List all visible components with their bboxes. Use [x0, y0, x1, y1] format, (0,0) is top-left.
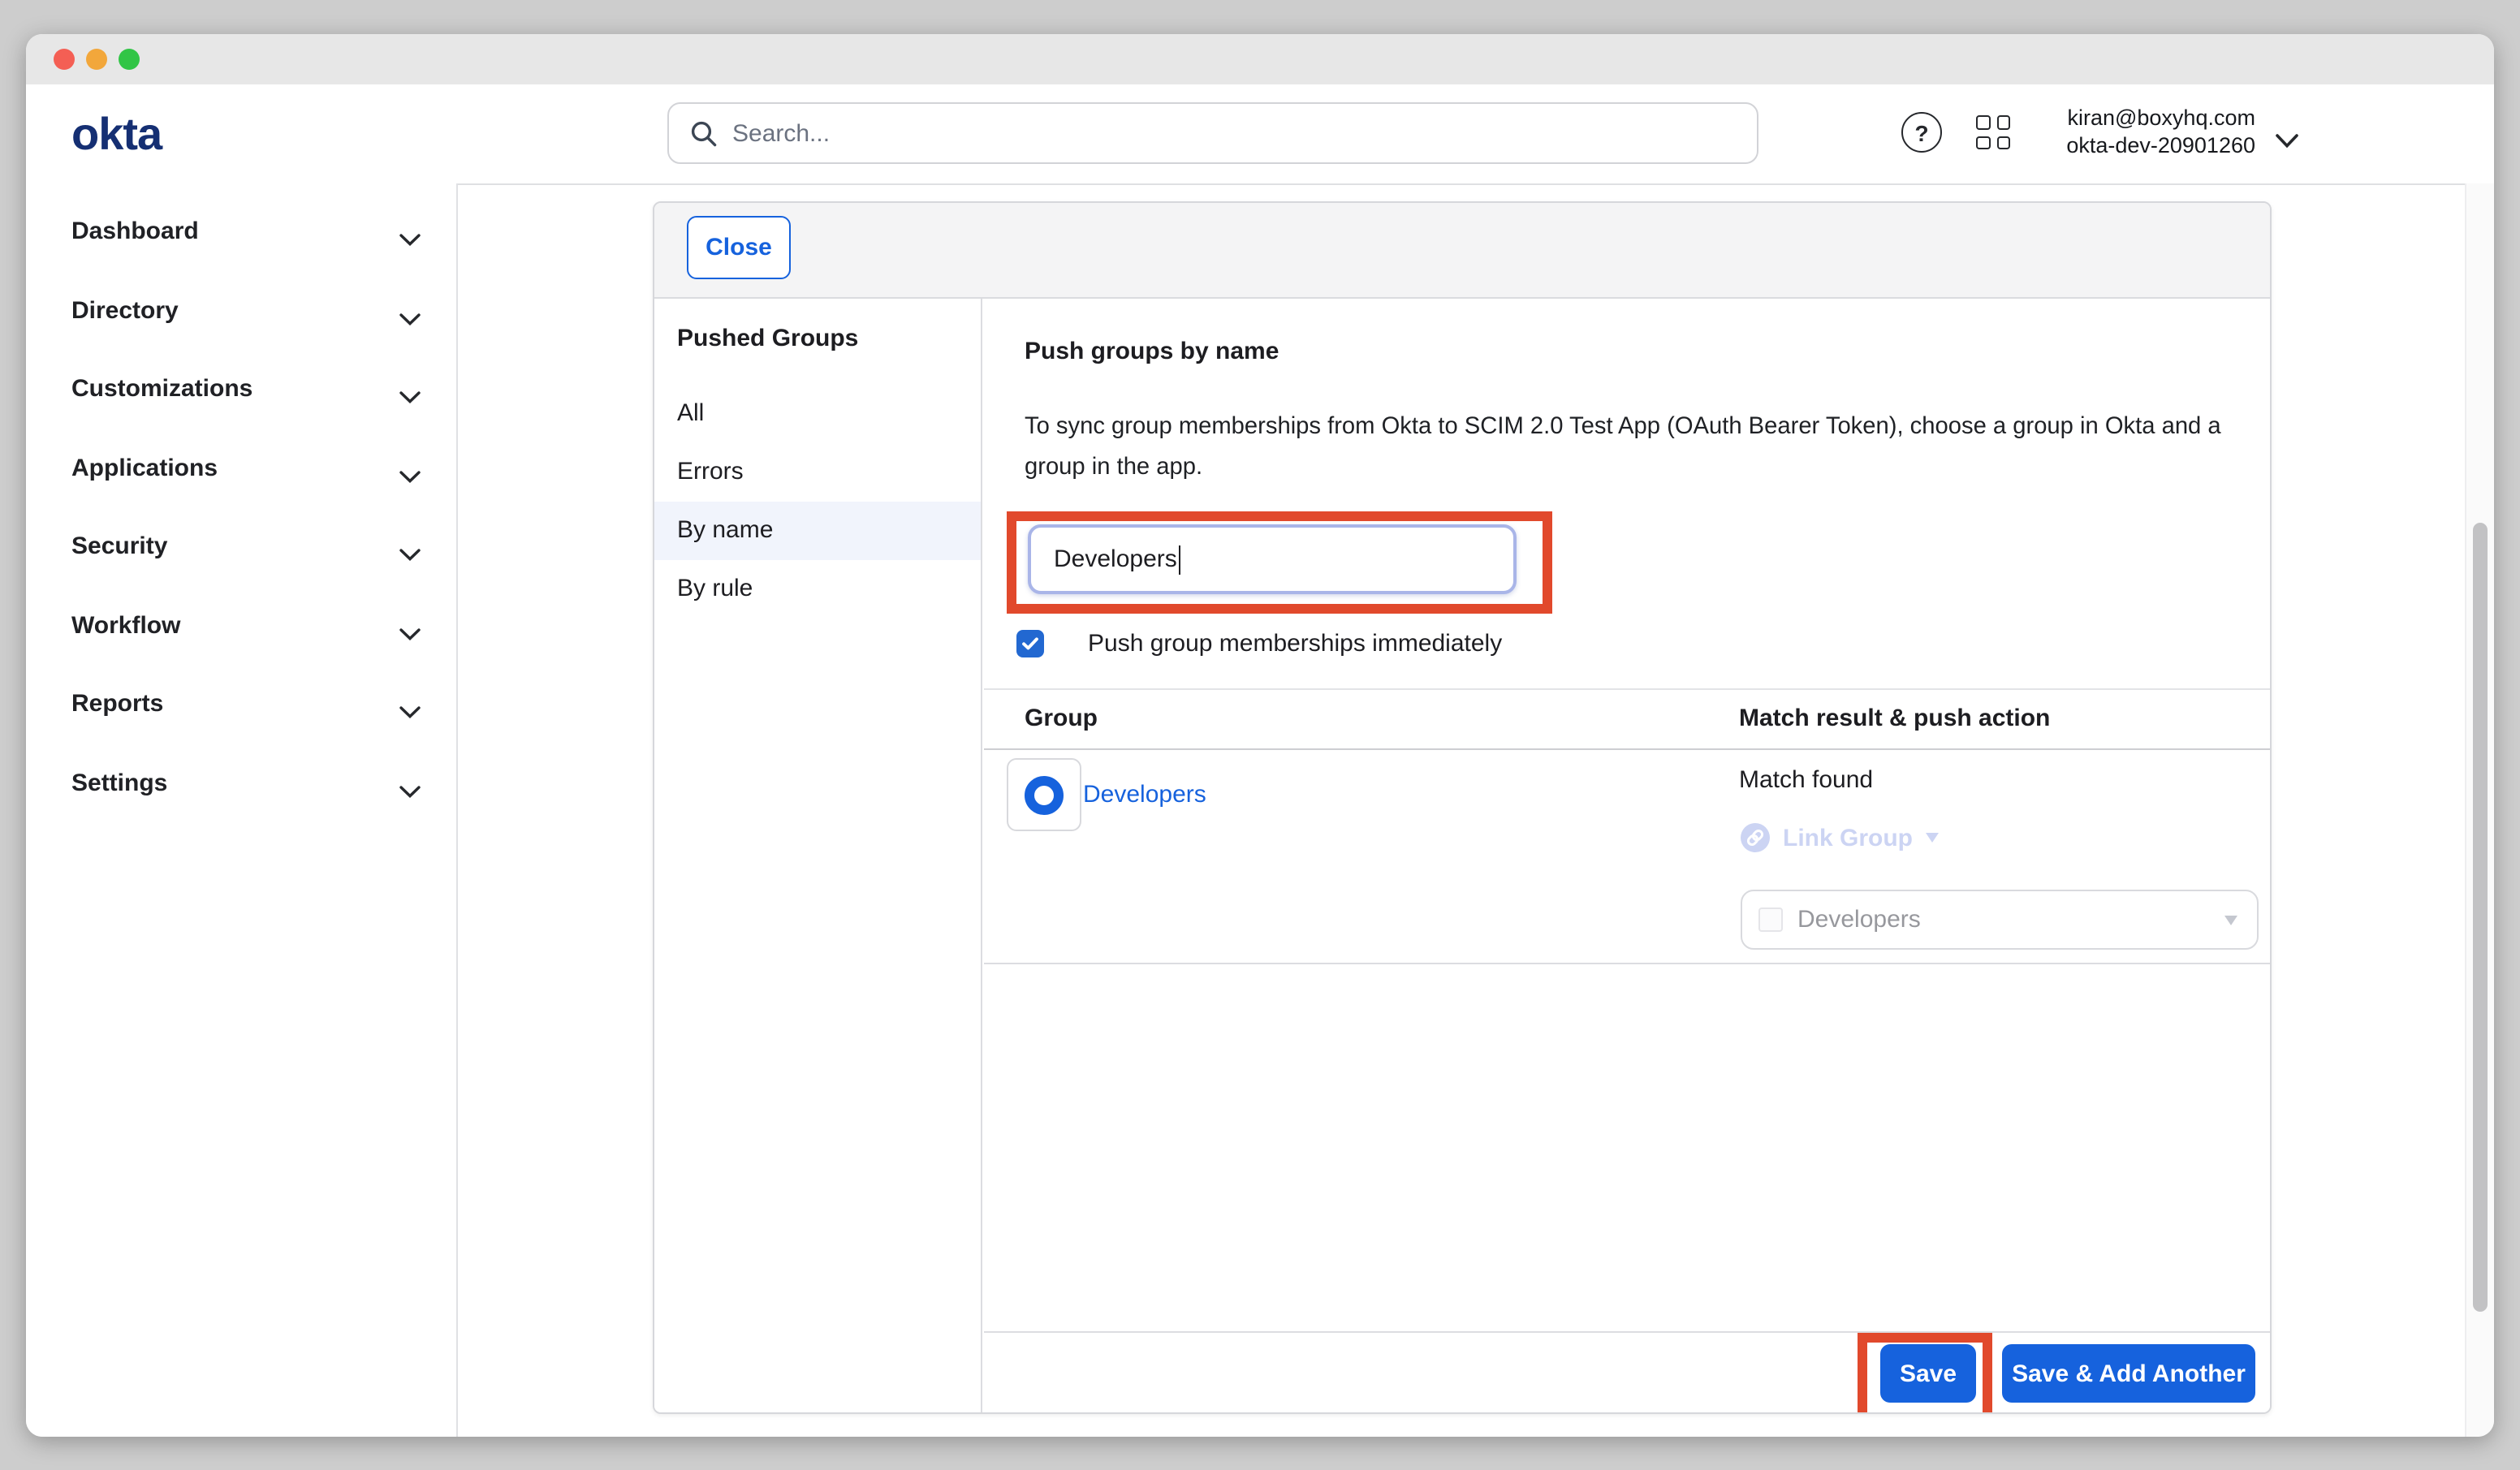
- help-icon[interactable]: ?: [1901, 112, 1942, 153]
- vertical-scrollbar-track[interactable]: [2465, 183, 2494, 1437]
- search-placeholder: Search...: [732, 119, 830, 147]
- user-menu-chevron-down-icon[interactable]: [2275, 128, 2299, 157]
- user-email: kiran@boxyhq.com: [2066, 106, 2255, 132]
- app-group-icon-placeholder: [1758, 907, 1783, 932]
- window-titlebar: [26, 34, 2494, 86]
- link-icon: [1741, 823, 1770, 852]
- nav-item-by-name[interactable]: By name: [654, 502, 981, 560]
- section-divider: [984, 688, 2270, 690]
- chevron-down-icon: [399, 305, 421, 334]
- group-name-input[interactable]: Developers: [1028, 524, 1517, 594]
- sidebar-item-reports[interactable]: Reports: [26, 687, 456, 722]
- chevron-down-icon: [399, 383, 421, 412]
- sidebar-item-directory[interactable]: Directory: [26, 294, 456, 330]
- panel-header: Close: [654, 203, 2270, 299]
- user-menu[interactable]: kiran@boxyhq.com okta-dev-20901260: [2066, 106, 2255, 159]
- link-group-label: Link Group: [1783, 824, 1913, 851]
- group-name-input-value: Developers: [1054, 545, 1177, 573]
- search-input[interactable]: Search...: [667, 102, 1758, 164]
- chevron-down-icon: [399, 698, 421, 727]
- traffic-light-minimize-button[interactable]: [86, 49, 107, 70]
- okta-logo: okta: [71, 84, 162, 183]
- app-group-selected-value: Developers: [1797, 906, 2224, 933]
- save-button[interactable]: Save: [1880, 1344, 1976, 1403]
- search-icon: [690, 119, 718, 147]
- nav-item-errors[interactable]: Errors: [654, 443, 981, 502]
- caret-down-icon: [2224, 915, 2237, 925]
- push-immediately-checkbox[interactable]: [1016, 630, 1044, 657]
- nav-item-by-rule[interactable]: By rule: [654, 560, 981, 619]
- link-group-dropdown-button[interactable]: Link Group: [1741, 823, 1939, 852]
- vertical-scrollbar-thumb[interactable]: [2473, 523, 2488, 1312]
- sidebar-item-customizations[interactable]: Customizations: [26, 372, 456, 407]
- column-header-group: Group: [1025, 705, 1098, 732]
- push-by-name-content: Push groups by name To sync group member…: [984, 299, 2270, 1412]
- traffic-light-close-button[interactable]: [54, 49, 75, 70]
- screenshot-stage: okta Search... ? kiran@boxyhq.com okta-d…: [0, 0, 2520, 1470]
- caret-down-icon: [1926, 833, 1939, 843]
- footer-divider: [984, 1331, 2270, 1333]
- group-icon: [1025, 775, 1064, 814]
- chevron-down-icon: [399, 541, 421, 570]
- group-name-link[interactable]: Developers: [1083, 781, 1206, 808]
- text-cursor: [1179, 545, 1181, 574]
- chevron-down-icon: [399, 620, 421, 649]
- push-immediately-row: Push group memberships immediately: [1016, 630, 1502, 657]
- chevron-down-icon: [399, 463, 421, 492]
- app-window: okta Search... ? kiran@boxyhq.com okta-d…: [26, 34, 2494, 1437]
- close-button[interactable]: Close: [687, 216, 791, 279]
- save-add-another-button[interactable]: Save & Add Another: [2002, 1344, 2255, 1403]
- sidebar-item-applications[interactable]: Applications: [26, 451, 456, 487]
- group-icon-box: [1007, 758, 1081, 831]
- push-immediately-label: Push group memberships immediately: [1088, 630, 1502, 657]
- sidebar: Dashboard Directory Customizations Appli…: [26, 183, 458, 1437]
- sidebar-item-settings[interactable]: Settings: [26, 766, 456, 802]
- chevron-down-icon: [399, 226, 421, 255]
- sidebar-item-security[interactable]: Security: [26, 529, 456, 565]
- app-group-select[interactable]: Developers: [1741, 890, 2259, 950]
- pushed-groups-title: Pushed Groups: [677, 325, 858, 352]
- push-groups-panel: Close Pushed Groups All Errors By name B…: [653, 201, 2272, 1414]
- traffic-light-zoom-button[interactable]: [119, 49, 140, 70]
- table-header-divider: [984, 748, 2270, 750]
- apps-grid-icon[interactable]: [1976, 115, 2012, 151]
- row-divider: [984, 963, 2270, 964]
- org-id: okta-dev-20901260: [2066, 132, 2255, 159]
- match-status: Match found: [1739, 766, 1873, 794]
- sidebar-item-dashboard[interactable]: Dashboard: [26, 214, 456, 250]
- sidebar-item-workflow[interactable]: Workflow: [26, 609, 456, 644]
- description-text: To sync group memberships from Okta to S…: [1025, 407, 2242, 487]
- pushed-groups-nav: Pushed Groups All Errors By name By rule: [654, 299, 982, 1412]
- nav-item-all[interactable]: All: [654, 385, 981, 443]
- chevron-down-icon: [399, 778, 421, 807]
- app-header: okta Search... ? kiran@boxyhq.com okta-d…: [26, 84, 2494, 185]
- column-header-match: Match result & push action: [1739, 705, 2050, 732]
- page-title: Push groups by name: [1025, 338, 1279, 365]
